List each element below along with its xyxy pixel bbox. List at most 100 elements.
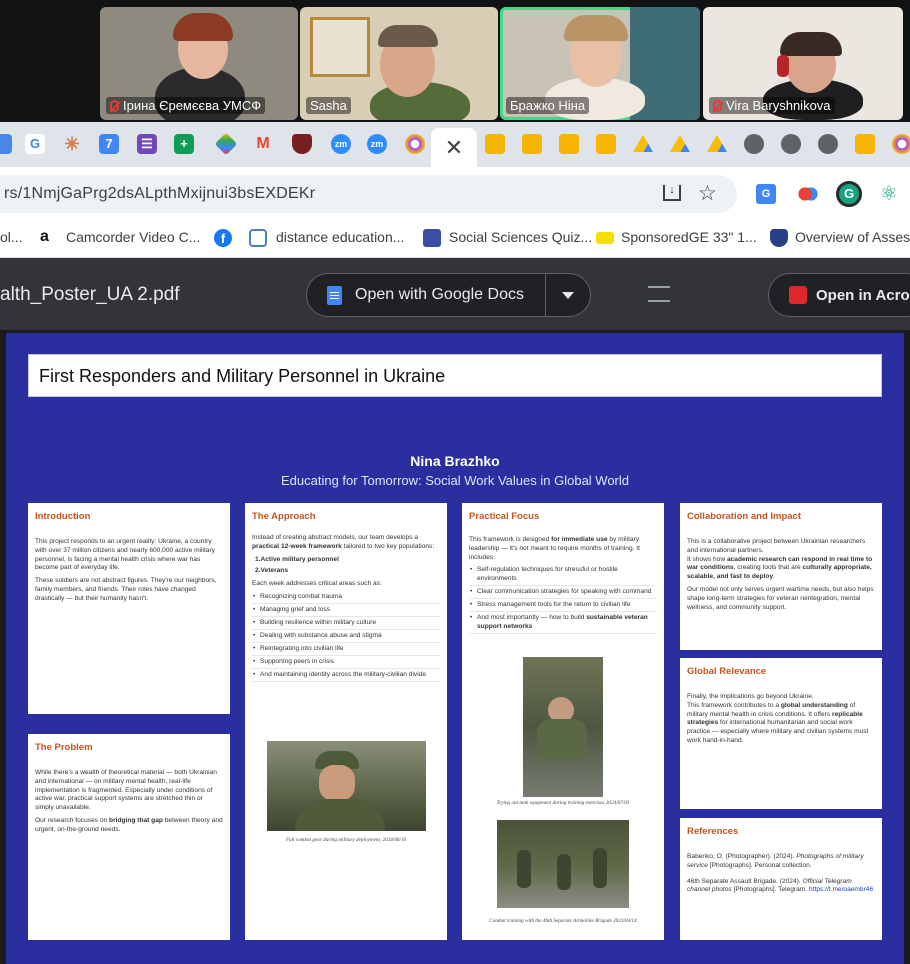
dropdown-arrow-icon[interactable] (562, 292, 574, 299)
list-item: And most importantly — how to build sust… (469, 614, 657, 634)
globe-icon[interactable] (781, 134, 801, 154)
card-heading: The Problem (35, 742, 93, 753)
sponsored-icon (596, 232, 614, 244)
poster-subtitle: Educating for Tomorrow: Social Work Valu… (280, 473, 630, 488)
global-relevance-card: Global Relevance Finally, the implicatio… (680, 658, 882, 809)
photo-caption: Full combat gear during military deploym… (285, 837, 407, 843)
bookmarks-bar: ol... a Camcorder Video C... f distance … (0, 220, 910, 258)
install-app-icon[interactable]: ↓ (663, 185, 681, 201)
zoom-icon[interactable]: zm (331, 134, 351, 154)
url-field[interactable]: rs/1NmjGaPrg2dsALpthMxijnui3bsEXDEKr ↓ ☆ (0, 175, 737, 213)
introduction-card: Introduction This project responds to an… (28, 503, 230, 714)
zoom-icon[interactable]: zm (367, 134, 387, 154)
forms-icon[interactable]: ☰ (137, 134, 157, 154)
acrobat-icon (789, 286, 807, 304)
drive-icon[interactable] (633, 135, 653, 152)
practical-focus-card: Practical Focus This framework is design… (462, 503, 664, 940)
bookmark-item[interactable]: Social Sciences Quiz... (449, 229, 592, 245)
quiz-icon (423, 229, 441, 247)
card-heading: References (687, 826, 739, 837)
participant-name: Ірина Єремєєва УМСФ (123, 98, 262, 113)
extension-icon[interactable] (405, 134, 425, 154)
open-in-acrobat-button[interactable]: Open in Acroba (768, 273, 910, 317)
atom-icon[interactable]: ⚛ (879, 184, 899, 204)
list-item: Supporting peers in crisis (252, 658, 440, 669)
list-item: Reintegrating into civilian life (252, 645, 440, 656)
bookmark-item[interactable]: ol... (0, 229, 23, 245)
approach-card: The Approach Instead of creating abstrac… (245, 503, 447, 940)
grammarly-icon[interactable]: G (836, 181, 862, 207)
participant-tile-4[interactable]: Vira Baryshnikova (703, 7, 903, 120)
slides-icon[interactable] (485, 134, 505, 154)
card-heading: The Approach (252, 511, 316, 522)
google-icon[interactable]: G (25, 134, 45, 154)
bookmark-item[interactable]: Overview of Assess... (795, 229, 910, 245)
participant-name: Sasha (310, 98, 347, 113)
photo-caption: Trying out tank equipment during trainin… (496, 800, 630, 806)
globe-icon[interactable] (818, 134, 838, 154)
card-heading: Introduction (35, 511, 91, 522)
list-item: And maintaining identity across the mili… (252, 671, 440, 682)
url-text: rs/1NmjGaPrg2dsALpthMxijnui3bsEXDEKr (4, 185, 316, 202)
facebook-icon[interactable]: f (214, 229, 232, 247)
docs-icon (327, 286, 342, 305)
collaboration-card: Collaboration and Impact This is a colla… (680, 503, 882, 650)
muted-mic-icon (110, 100, 119, 112)
list-item: Stress management tools for the return t… (469, 601, 657, 613)
extension-icon[interactable] (798, 184, 818, 204)
extension-icon[interactable] (892, 134, 910, 154)
muted-mic-icon (713, 100, 722, 112)
poster-title: First Responders and Military Personnel … (39, 366, 446, 386)
list-item: Building resilience within military cult… (252, 619, 440, 630)
browser-tab-bar: G ✳ 7 ☰ + M zm zm ✕ (0, 122, 910, 167)
list-item: Dealing with substance abuse and stigma (252, 632, 440, 643)
gmail-icon[interactable]: M (253, 134, 273, 154)
gmail-icon[interactable] (0, 134, 12, 154)
poster-title-box: First Responders and Military Personnel … (28, 354, 882, 397)
bookmark-item[interactable]: distance education... (276, 229, 404, 245)
list-item: Clear communication strategies for speak… (469, 588, 657, 600)
problem-card: The Problem While there's a wealth of th… (28, 734, 230, 940)
drive-icon[interactable] (670, 135, 690, 152)
drive-icon[interactable] (707, 135, 727, 152)
translate-icon[interactable]: G (756, 184, 776, 204)
shield-icon[interactable] (292, 134, 312, 154)
slides-icon[interactable] (522, 134, 542, 154)
list-item: Recognizing combat trauma (252, 593, 440, 605)
bookmark-star-icon[interactable]: ☆ (698, 181, 717, 206)
claude-icon[interactable]: ✳ (62, 134, 82, 154)
training-photo (497, 820, 629, 908)
keep-icon[interactable] (214, 132, 238, 156)
calendar-icon[interactable]: 7 (99, 134, 119, 154)
participant-tile-3-speaking[interactable]: Бражко Ніна (500, 7, 700, 120)
week-topics-list: Recognizing combat trauma Managing grief… (252, 593, 440, 682)
slides-icon[interactable] (855, 134, 875, 154)
card-heading: Global Relevance (687, 666, 767, 677)
slides-icon[interactable] (559, 134, 579, 154)
open-with-google-docs-button[interactable]: Open with Google Docs (306, 273, 591, 317)
participant-tile-1[interactable]: Ірина Єремєєва УМСФ (100, 7, 298, 120)
card-heading: Practical Focus (469, 511, 540, 522)
poster-author: Nina Brazhko (410, 453, 500, 469)
bookmark-item[interactable]: SponsoredGE 33" 1... (621, 229, 757, 245)
poster-page: First Responders and Military Personnel … (6, 333, 904, 964)
sheets-icon[interactable]: + (174, 134, 194, 154)
reference-link[interactable]: https://t.me/oaembr46 (809, 886, 873, 893)
bookmark-site-icon (249, 229, 267, 247)
card-heading: Collaboration and Impact (687, 511, 802, 522)
bookmark-item[interactable]: Camcorder Video C... (66, 229, 200, 245)
participant-name: Vira Baryshnikova (726, 98, 831, 113)
list-item: Self-regulation techniques for stressful… (469, 566, 657, 587)
video-call-strip: Ірина Єремєєва УМСФ Sasha Бражко Ніна Vi… (0, 0, 910, 122)
settings-sliders-icon[interactable] (648, 286, 670, 302)
close-tab-button[interactable]: ✕ (431, 128, 477, 167)
slides-icon[interactable] (596, 134, 616, 154)
participant-tile-2[interactable]: Sasha (300, 7, 498, 120)
globe-icon[interactable] (744, 134, 764, 154)
population-list: 1.Active military personnel 2.Veterans (255, 555, 339, 575)
focus-list: Self-regulation techniques for stressful… (469, 566, 657, 634)
shield-icon (770, 229, 788, 247)
photo-caption: Combat training with the 46th Separate A… (489, 918, 637, 924)
address-bar: rs/1NmjGaPrg2dsALpthMxijnui3bsEXDEKr ↓ ☆… (0, 167, 910, 220)
vehicle-photo (523, 657, 603, 797)
